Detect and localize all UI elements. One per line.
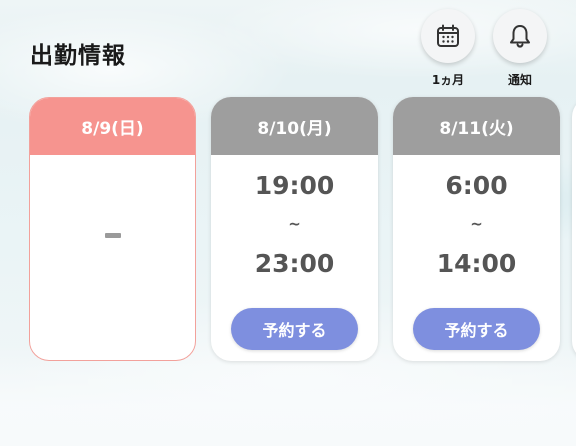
calendar-icon — [435, 23, 461, 49]
shift-start-time: 6:00 — [445, 171, 508, 200]
reserve-button[interactable]: 予約する — [231, 308, 358, 350]
shift-end-time: 23:00 — [254, 249, 335, 278]
bell-icon — [507, 23, 533, 49]
time-separator: ~ — [470, 215, 483, 233]
shift-start-time: 19:00 — [254, 171, 335, 200]
card-date: 8/10(月) — [211, 97, 378, 155]
card-date: 8/9(日) — [30, 98, 195, 155]
calendar-button[interactable] — [421, 9, 475, 63]
notify-button[interactable] — [493, 9, 547, 63]
shift-end-time: 14:00 — [436, 249, 517, 278]
calendar-label[interactable]: 1ヵ月 — [418, 71, 478, 88]
no-shift-dash — [104, 233, 121, 238]
page-title: 出勤情報 — [30, 43, 126, 69]
reserve-button[interactable]: 予約する — [413, 308, 540, 350]
time-separator: ~ — [288, 215, 301, 233]
shift-card: 8/11(火) 6:00 ~ 14:00 予約する — [393, 97, 560, 361]
notify-label[interactable]: 通知 — [490, 71, 550, 88]
background-fade — [0, 346, 576, 446]
card-date: 8/11(火) — [393, 97, 560, 155]
next-shift-card-peek — [572, 97, 576, 361]
shift-card: 8/10(月) 19:00 ~ 23:00 予約する — [211, 97, 378, 361]
shift-card-today: 8/9(日) — [29, 97, 196, 361]
